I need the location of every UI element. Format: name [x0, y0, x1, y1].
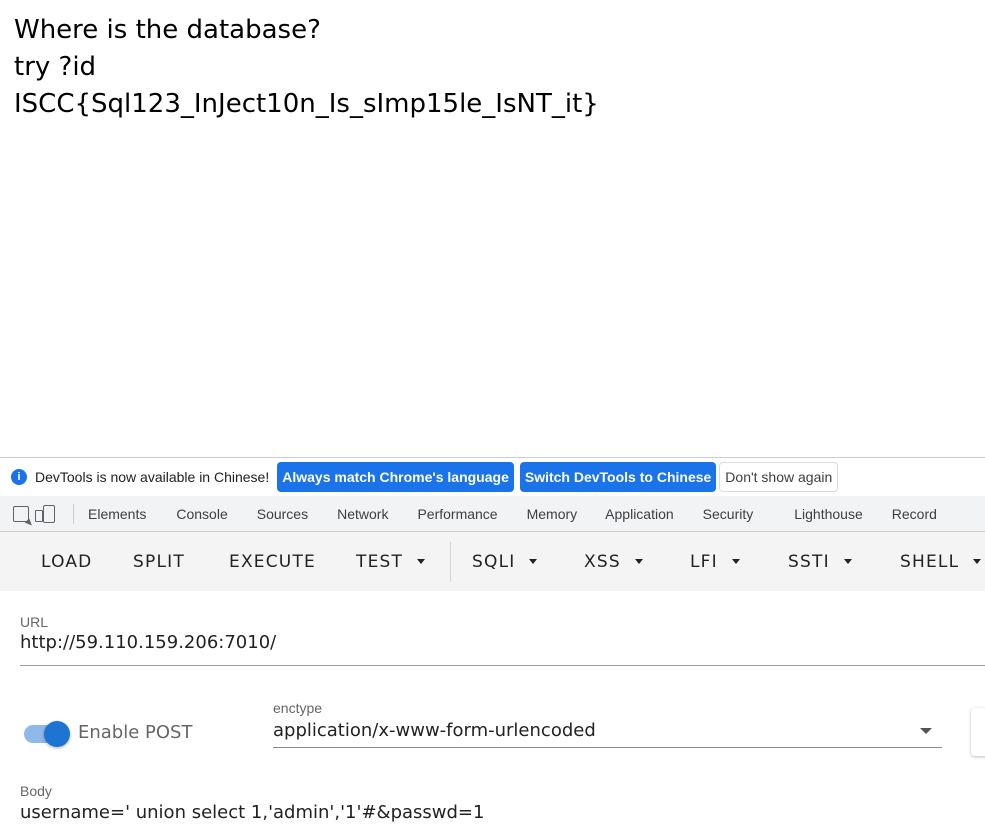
devtools-tabbar: Elements Console Sources Network Perform…	[0, 496, 985, 532]
ssti-menu-button[interactable]: SSTI	[788, 532, 852, 591]
xss-menu-label: XSS	[584, 551, 621, 572]
tab-application[interactable]: Application	[605, 506, 674, 522]
chevron-down-icon	[731, 559, 740, 564]
device-toolbar-icon[interactable]	[35, 504, 55, 523]
always-match-language-button[interactable]: Always match Chrome's language	[277, 462, 514, 492]
chevron-down-icon	[529, 559, 538, 564]
enctype-label: enctype	[273, 700, 323, 716]
enctype-select-underline	[273, 747, 942, 748]
page-line-2: try ?id	[14, 52, 97, 82]
lfi-menu-label: LFI	[690, 551, 718, 572]
shell-menu-button[interactable]: SHELL	[900, 532, 982, 591]
sqli-menu-label: SQLI	[472, 551, 516, 572]
test-menu-button[interactable]: TEST	[356, 532, 426, 591]
tab-sources[interactable]: Sources	[257, 506, 308, 522]
dont-show-again-button[interactable]: Don't show again	[719, 462, 839, 492]
body-label: Body	[20, 783, 52, 799]
tab-console[interactable]: Console	[176, 506, 227, 522]
tab-record[interactable]: Record	[892, 506, 937, 522]
infobar-message: DevTools is now available in Chinese!	[35, 469, 270, 485]
lfi-menu-button[interactable]: LFI	[690, 532, 740, 591]
body-input[interactable]: username=' union select 1,'admin','1'#&p…	[20, 802, 484, 823]
side-action-card[interactable]	[971, 708, 985, 756]
chevron-down-icon	[973, 559, 982, 564]
enable-post-label: Enable POST	[78, 722, 193, 743]
load-button[interactable]: LOAD	[41, 532, 92, 591]
devtools-language-infobar: i DevTools is now available in Chinese! …	[0, 458, 985, 497]
url-input-underline	[20, 665, 985, 666]
execute-button[interactable]: EXECUTE	[229, 532, 316, 591]
info-icon: i	[11, 469, 27, 485]
inspect-element-icon[interactable]	[13, 505, 29, 522]
tab-memory[interactable]: Memory	[527, 506, 578, 522]
chevron-down-icon	[634, 559, 643, 564]
load-button-label: LOAD	[41, 551, 93, 572]
page-content: Where is the database? try ?id ISCC{Sql1…	[14, 12, 599, 123]
tabbar-divider	[73, 503, 74, 524]
execute-button-label: EXECUTE	[229, 551, 316, 572]
devtools-panel: i DevTools is now available in Chinese! …	[0, 457, 985, 836]
ssti-menu-label: SSTI	[788, 551, 830, 572]
tab-security[interactable]: Security	[703, 506, 754, 522]
tab-network[interactable]: Network	[337, 506, 388, 522]
split-button-label: SPLIT	[133, 551, 185, 572]
page-line-3: ISCC{Sql123_InJect10n_Is_sImp15le_IsNT_i…	[14, 89, 599, 119]
url-input[interactable]: http://59.110.159.206:7010/	[20, 632, 276, 653]
tab-elements[interactable]: Elements	[88, 506, 146, 522]
enctype-select[interactable]: application/x-www-form-urlencoded	[273, 720, 596, 741]
url-label: URL	[20, 614, 49, 630]
hackbar-toolbar: LOAD SPLIT EXECUTE TEST SQLI XSS LFI SST…	[0, 532, 985, 591]
shell-menu-label: SHELL	[900, 551, 960, 572]
test-menu-label: TEST	[356, 551, 404, 572]
switch-to-chinese-button[interactable]: Switch DevTools to Chinese	[519, 462, 717, 492]
chevron-down-icon	[417, 559, 426, 564]
tab-lighthouse[interactable]: Lighthouse	[794, 506, 863, 522]
chevron-down-icon	[843, 559, 852, 564]
sqli-menu-button[interactable]: SQLI	[472, 532, 538, 591]
dropdown-arrow-icon[interactable]	[920, 728, 932, 734]
page-line-1: Where is the database?	[14, 15, 321, 45]
toolbar-divider	[450, 542, 451, 582]
enable-post-toggle[interactable]	[44, 721, 70, 747]
split-button[interactable]: SPLIT	[133, 532, 185, 591]
xss-menu-button[interactable]: XSS	[584, 532, 643, 591]
tab-performance[interactable]: Performance	[417, 506, 497, 522]
